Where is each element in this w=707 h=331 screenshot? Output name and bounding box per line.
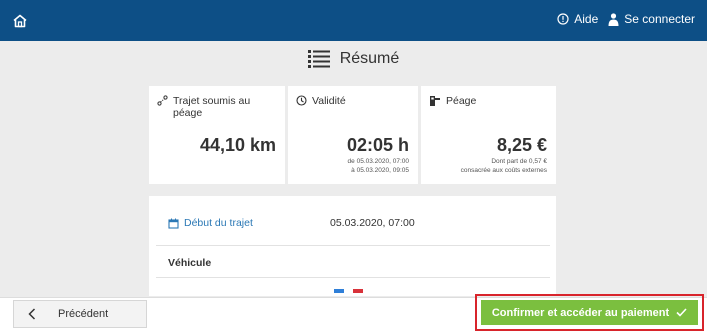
list-icon <box>307 50 330 68</box>
clock-icon <box>296 95 307 106</box>
trajet-value: 44,10 km <box>199 135 276 155</box>
validite-card: Validité 02:05 h de 05.03.2020, 07:00 à … <box>288 86 418 184</box>
validite-value: 02:05 h <box>346 135 409 155</box>
trajet-card: Trajet soumis au péage 44,10 km <box>149 86 285 184</box>
validite-from: de 05.03.2020, 07:00 <box>347 158 409 165</box>
start-value: 05.03.2020, 07:00 <box>330 217 415 229</box>
validite-label: Validité <box>312 95 346 107</box>
home-icon[interactable] <box>11 12 29 30</box>
help-icon <box>557 13 569 25</box>
calendar-icon <box>168 218 179 229</box>
peage-card: Péage 8,25 € Dont part de 0,57 € consacr… <box>421 86 556 184</box>
flag-blue-stripe <box>334 289 344 293</box>
login-label: Se connecter <box>624 12 695 26</box>
peage-note: Dont part de 0,57 € consacrée aux coûts … <box>461 157 547 175</box>
previous-button[interactable]: Précédent <box>13 300 147 328</box>
start-label: Début du trajet <box>184 217 253 229</box>
help-label: Aide <box>574 12 599 26</box>
toll-icon <box>430 96 440 106</box>
vehicle-label: Véhicule <box>168 257 212 269</box>
chevron-left-icon <box>28 308 36 320</box>
user-icon <box>608 12 619 26</box>
confirm-payment-button[interactable]: Confirmer et accéder au paiement <box>481 300 698 325</box>
confirm-label: Confirmer et accéder au paiement <box>491 306 670 319</box>
page-title: Résumé <box>0 50 707 68</box>
peage-note-line1: Dont part de 0,57 € <box>491 158 547 165</box>
help-link[interactable]: Aide <box>557 12 598 26</box>
check-icon <box>676 308 687 317</box>
peage-label: Péage <box>446 95 477 107</box>
divider <box>156 277 550 278</box>
divider <box>156 245 550 246</box>
top-bar: Aide Se connecter <box>0 0 707 41</box>
page-title-text: Résumé <box>339 50 400 67</box>
peage-value: 8,25 € <box>496 135 547 155</box>
validite-to: à 05.03.2020, 09:05 <box>351 167 409 174</box>
start-link[interactable]: Début du trajet <box>168 217 253 229</box>
login-link[interactable]: Se connecter <box>608 12 695 26</box>
route-icon <box>157 95 168 106</box>
details-panel: Début du trajet 05.03.2020, 07:00 Véhicu… <box>149 196 556 296</box>
validite-range: de 05.03.2020, 07:00 à 05.03.2020, 09:05 <box>348 157 409 175</box>
peage-note-line2: consacrée aux coûts externes <box>460 167 547 174</box>
trajet-label: Trajet soumis au péage <box>173 95 251 119</box>
previous-label: Précédent <box>58 308 109 320</box>
flag-red-stripe <box>353 289 363 293</box>
confirm-highlight: Confirmer et accéder au paiement <box>475 294 704 331</box>
start-row: Début du trajet 05.03.2020, 07:00 <box>168 215 548 241</box>
